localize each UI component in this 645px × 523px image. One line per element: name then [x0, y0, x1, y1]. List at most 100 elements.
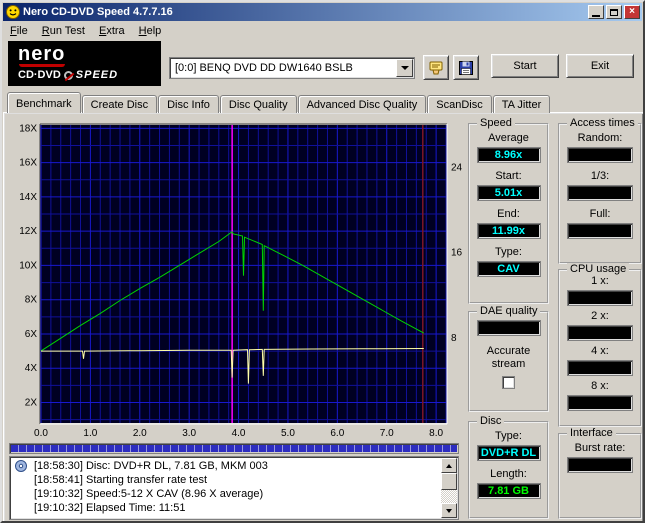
- svg-text:16X: 16X: [19, 158, 37, 169]
- disc-icon: [15, 460, 27, 472]
- svg-text:4X: 4X: [25, 363, 38, 374]
- tab-create-disc[interactable]: Create Disc: [81, 95, 158, 113]
- menu-extra[interactable]: Extra: [92, 23, 132, 39]
- svg-text:6X: 6X: [25, 329, 38, 340]
- app-window: Nero CD-DVD Speed 4.7.7.16 × File Run Te…: [0, 0, 645, 523]
- drive-select-dropdown-button[interactable]: [396, 59, 413, 77]
- cpu-1x-value: [567, 290, 633, 306]
- tab-bar: Benchmark Create Disc Disc Info Disc Qua…: [7, 92, 551, 113]
- menu-run-test[interactable]: Run Test: [35, 23, 92, 39]
- scroll-down-button[interactable]: [441, 503, 457, 518]
- cpu-4x-label: 4 x:: [591, 345, 609, 357]
- app-icon: [6, 5, 20, 19]
- maximize-button[interactable]: [606, 5, 622, 19]
- speed-average-value: 8.96x: [476, 147, 541, 163]
- speed-end-value: 11.99x: [476, 223, 541, 239]
- transfer-rate-plot: 18X 16X 14X 12X 10X 8X 6X 4X 2X 0.0 1.0 2.0 3.0 4.0 5.…: [19, 123, 462, 439]
- access-third-label: 1/3:: [590, 170, 610, 182]
- tab-disc-quality[interactable]: Disc Quality: [219, 95, 297, 113]
- tab-disc-info[interactable]: Disc Info: [158, 95, 219, 113]
- cpu-2x-label: 2 x:: [591, 310, 609, 322]
- svg-text:0.0: 0.0: [34, 428, 48, 439]
- interface-panel-title: Interface: [567, 427, 616, 439]
- disc-length-label: Length:: [490, 468, 527, 480]
- menubar: File Run Test Extra Help: [3, 22, 642, 40]
- log-line: [18:58:41] Starting transfer rate test: [10, 473, 440, 487]
- options-button[interactable]: [423, 55, 449, 80]
- maximize-icon: [610, 8, 618, 16]
- cpu-usage-panel: CPU usage 1 x: 2 x: 4 x: 8 x:: [558, 263, 642, 427]
- svg-text:8X: 8X: [25, 295, 38, 306]
- speed-type-value: CAV: [476, 261, 541, 277]
- svg-text:4.0: 4.0: [232, 428, 246, 439]
- svg-text:7.0: 7.0: [380, 428, 394, 439]
- log-panel[interactable]: [18:58:30] Disc: DVD+R DL, 7.81 GB, MKM …: [9, 456, 459, 520]
- close-button[interactable]: ×: [624, 5, 640, 19]
- disc-type-label: Type:: [495, 430, 522, 442]
- dae-quality-title: DAE quality: [477, 305, 541, 317]
- cpu-8x-label: 8 x:: [591, 380, 609, 392]
- svg-text:6.0: 6.0: [330, 428, 344, 439]
- tab-scandisc[interactable]: ScanDisc: [427, 95, 492, 113]
- scroll-down-icon: [446, 508, 452, 513]
- log-line-text: [18:58:41] Starting transfer rate test: [34, 474, 208, 486]
- svg-text:5.0: 5.0: [281, 428, 295, 439]
- drive-select[interactable]: [0:0] BENQ DVD DD DW1640 BSLB: [169, 57, 415, 79]
- hand-card-icon: [429, 61, 443, 74]
- svg-text:18X: 18X: [19, 123, 37, 134]
- menu-help[interactable]: Help: [132, 23, 169, 39]
- logo-speed-text: SPEED: [75, 69, 119, 81]
- accurate-stream-label: Accurate stream: [486, 345, 531, 370]
- save-button[interactable]: [453, 55, 479, 80]
- tab-advanced-disc-quality[interactable]: Advanced Disc Quality: [297, 95, 427, 113]
- tab-ta-jitter[interactable]: TA Jitter: [492, 95, 551, 113]
- logo-brand-text: nero: [18, 43, 66, 65]
- log-line-text: [19:10:32] Elapsed Time: 11:51: [34, 502, 186, 514]
- access-times-panel: Access times Random: 1/3: Full:: [558, 117, 642, 264]
- scrollbar-thumb[interactable]: [441, 473, 457, 490]
- access-third-value: [567, 185, 633, 201]
- scroll-up-button[interactable]: [441, 458, 457, 473]
- speed-gauge-icon: [63, 70, 73, 80]
- speed-average-label: Average: [488, 132, 529, 144]
- access-random-label: Random:: [577, 132, 623, 144]
- access-times-title: Access times: [567, 117, 638, 129]
- benchmark-chart: 18X 16X 14X 12X 10X 8X 6X 4X 2X 0.0 1.0 2.0 3.0 4.0 5.…: [7, 117, 462, 440]
- speed-panel: Speed Average 8.96x Start: 5.01x End: 11…: [468, 117, 549, 304]
- cpu-4x-value: [567, 360, 633, 376]
- svg-text:3.0: 3.0: [182, 428, 196, 439]
- nero-logo: nero CD·DVD SPEED: [8, 41, 161, 86]
- progress-bar-fill: [11, 445, 457, 452]
- menu-file[interactable]: File: [3, 23, 35, 39]
- speed-end-label: End:: [497, 208, 520, 220]
- close-icon: ×: [629, 6, 635, 17]
- access-random-value: [567, 147, 633, 163]
- burst-rate-value: [567, 457, 633, 473]
- start-button[interactable]: Start: [491, 54, 559, 78]
- progress-bar: [9, 443, 459, 454]
- svg-text:2.0: 2.0: [133, 428, 147, 439]
- titlebar[interactable]: Nero CD-DVD Speed 4.7.7.16 ×: [3, 3, 642, 21]
- exit-button[interactable]: Exit: [566, 54, 634, 78]
- accurate-stream-checkbox[interactable]: [502, 376, 515, 389]
- svg-text:12X: 12X: [19, 226, 37, 237]
- log-line: [18:58:30] Disc: DVD+R DL, 7.81 GB, MKM …: [10, 459, 440, 473]
- svg-text:2X: 2X: [25, 397, 38, 408]
- window-title: Nero CD-DVD Speed 4.7.7.16: [23, 6, 173, 18]
- interface-panel: Interface Burst rate:: [558, 427, 642, 519]
- disc-panel: Disc Type: DVD+R DL Length: 7.81 GB: [468, 415, 549, 519]
- cpu-8x-value: [567, 395, 633, 411]
- log-line-text: [18:58:30] Disc: DVD+R DL, 7.81 GB, MKM …: [34, 460, 268, 472]
- disc-type-value: DVD+R DL: [476, 445, 541, 461]
- burst-rate-label: Burst rate:: [574, 442, 626, 454]
- disc-length-value: 7.81 GB: [476, 483, 541, 499]
- access-full-value: [567, 223, 633, 239]
- disc-panel-title: Disc: [477, 415, 505, 427]
- svg-text:14X: 14X: [19, 192, 37, 203]
- tab-benchmark[interactable]: Benchmark: [7, 92, 81, 113]
- minimize-button[interactable]: [588, 5, 604, 19]
- log-scrollbar[interactable]: [441, 458, 457, 518]
- svg-text:24: 24: [451, 163, 462, 174]
- speed-start-value: 5.01x: [476, 185, 541, 201]
- speed-start-label: Start:: [495, 170, 522, 182]
